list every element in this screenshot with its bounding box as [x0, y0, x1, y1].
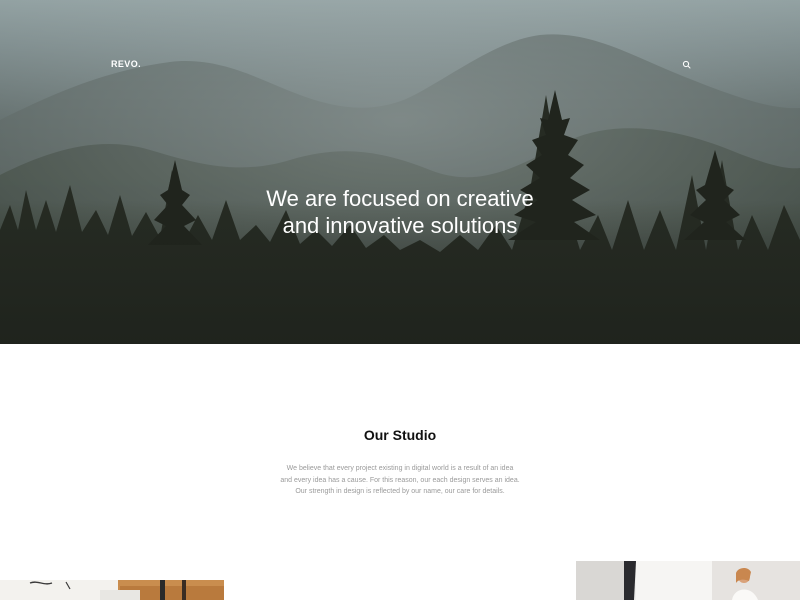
hero-headline-line2: and innovative solutions [282, 212, 518, 238]
studio-description: We believe that every project existing i… [0, 463, 800, 498]
studio-text-line1: We believe that every project existing i… [286, 465, 514, 472]
studio-text-line3: Our strength in design is reflected by o… [295, 488, 505, 495]
hero-background-image [0, 0, 800, 344]
site-logo[interactable]: REVO. [111, 59, 141, 69]
studio-title: Our Studio [363, 427, 437, 443]
search-icon[interactable] [681, 58, 693, 70]
hero-section: REVO. We are focused on creative and inn… [0, 0, 800, 344]
hero-headline: We are focused on creative and innovativ… [0, 185, 800, 239]
hero-headline-line1: We are focused on creative [266, 185, 534, 211]
portfolio-image-right[interactable] [576, 561, 800, 600]
studio-text-line2: and every idea has a cause. For this rea… [280, 476, 520, 484]
portfolio-image-left[interactable] [0, 580, 224, 600]
